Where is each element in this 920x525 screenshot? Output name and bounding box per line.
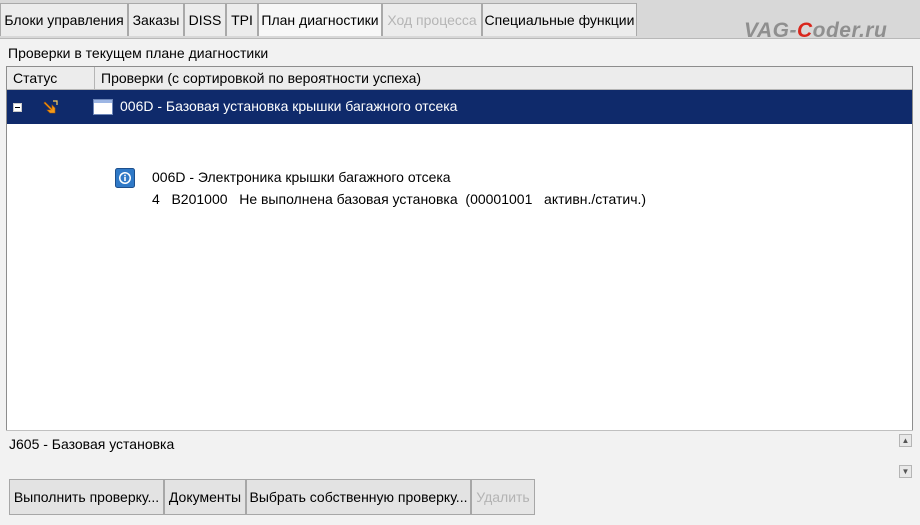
- selected-check-row[interactable]: 006D - Базовая установка крышки багажног…: [7, 90, 912, 124]
- status-text-area: J605 - Базовая установка ▲ ▼: [6, 430, 913, 479]
- column-header-status[interactable]: Статус: [7, 67, 95, 89]
- diagnostic-plan-panel: Проверки в текущем плане диагностики Ста…: [0, 38, 920, 525]
- status-text: J605 - Базовая установка: [9, 436, 175, 452]
- documents-button[interactable]: Документы: [164, 479, 246, 515]
- fault-detail-line: 4 B201000 Не выполнена базовая установка…: [152, 191, 646, 207]
- selected-row-text: 006D - Базовая установка крышки багажног…: [120, 98, 458, 114]
- info-icon: [115, 168, 135, 188]
- detail-title: 006D - Электроника крышки багажного отсе…: [152, 169, 451, 185]
- tab-special-functions[interactable]: Специальные функции: [482, 3, 637, 36]
- delete-button: Удалить: [471, 479, 535, 515]
- fault-count: 4: [152, 191, 160, 207]
- fault-status: (00001001 активн./статич.): [465, 191, 647, 207]
- tab-control-units[interactable]: Блоки управления: [0, 3, 128, 36]
- status-scrollbar[interactable]: ▲ ▼: [899, 434, 913, 478]
- arrow-warning-icon: [43, 100, 58, 114]
- tab-orders[interactable]: Заказы: [128, 3, 184, 36]
- tab-diss[interactable]: DISS: [184, 3, 226, 36]
- fault-code: B201000: [171, 191, 228, 207]
- column-header-checks[interactable]: Проверки (с сортировкой по вероятности у…: [95, 67, 912, 89]
- run-check-button[interactable]: Выполнить проверку...: [9, 479, 164, 515]
- grid-header: Статус Проверки (с сортировкой по вероят…: [7, 67, 912, 90]
- select-own-check-button[interactable]: Выбрать собственную проверку...: [246, 479, 471, 515]
- tab-diagnostic-plan[interactable]: План диагностики: [258, 3, 382, 36]
- tab-bar: Блоки управления Заказы DISS TPI План ди…: [0, 0, 920, 42]
- scroll-down-icon[interactable]: ▼: [899, 465, 912, 478]
- collapse-toggle-icon[interactable]: [13, 103, 22, 112]
- document-window-icon: [93, 99, 113, 115]
- section-title: Проверки в текущем плане диагностики: [8, 45, 269, 61]
- tab-tpi[interactable]: TPI: [226, 3, 258, 36]
- checks-grid: Статус Проверки (с сортировкой по вероят…: [6, 66, 913, 468]
- scroll-up-icon[interactable]: ▲: [899, 434, 912, 447]
- tab-process-progress: Ход процесса: [382, 3, 482, 36]
- fault-description: Не выполнена базовая установка: [239, 191, 458, 207]
